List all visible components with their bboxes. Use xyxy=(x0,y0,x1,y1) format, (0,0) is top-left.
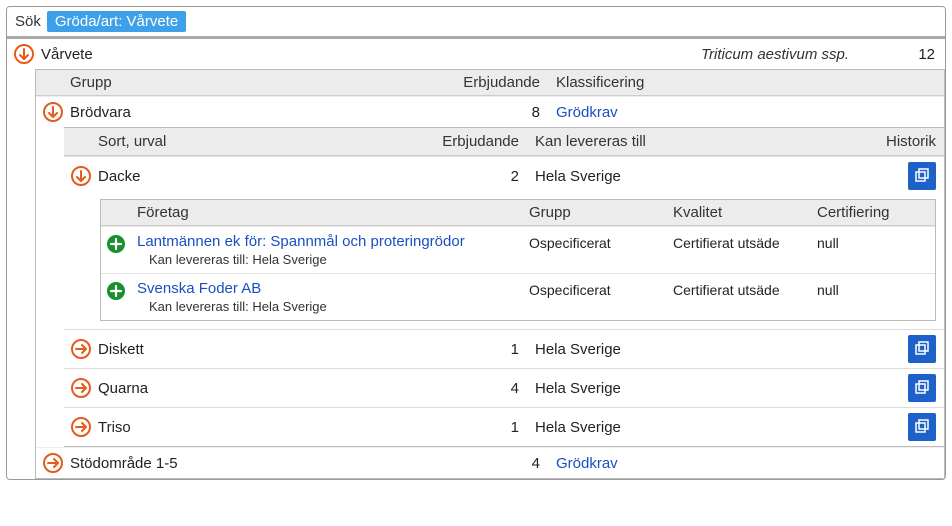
sort-name: Quarna xyxy=(98,380,429,397)
expand-icon[interactable] xyxy=(42,452,64,474)
sort-deliver: Hela Sverige xyxy=(535,419,866,436)
add-icon[interactable] xyxy=(105,280,127,302)
sort-name: Diskett xyxy=(98,341,429,358)
group-header-offer: Erbjudande xyxy=(450,74,540,91)
crop-name: Vårvete xyxy=(41,46,675,63)
company-quality: Certifierat utsäde xyxy=(673,280,813,298)
group-header-group: Grupp xyxy=(70,74,450,91)
company-row: Svenska Foder AB Kan levereras till: Hel… xyxy=(101,273,935,320)
sort-name: Triso xyxy=(98,419,429,436)
company-cert: null xyxy=(817,233,927,251)
sort-offer: 1 xyxy=(429,341,519,358)
expand-icon[interactable] xyxy=(70,377,92,399)
collapse-icon[interactable] xyxy=(42,101,64,123)
sort-row: Dacke 2 Hela Sverige xyxy=(64,156,944,195)
company-header-quality: Kvalitet xyxy=(673,204,813,221)
sort-name: Dacke xyxy=(98,168,429,185)
history-button[interactable] xyxy=(908,162,936,190)
sort-row: Diskett 1 Hela Sverige xyxy=(64,329,944,368)
company-quality: Certifierat utsäde xyxy=(673,233,813,251)
company-table: Företag Grupp Kvalitet Certifiering Lant… xyxy=(100,199,936,321)
expand-icon[interactable] xyxy=(70,338,92,360)
add-icon[interactable] xyxy=(105,233,127,255)
company-link[interactable]: Lantmännen ek för: Spannmål och proterin… xyxy=(137,233,525,250)
company-header-group: Grupp xyxy=(529,204,669,221)
expand-icon[interactable] xyxy=(70,416,92,438)
crop-row: Vårvete Triticum aestivum ssp. 12 xyxy=(7,39,945,69)
sort-row: Triso 1 Hela Sverige xyxy=(64,407,944,446)
group-name: Brödvara xyxy=(70,104,450,121)
group-table: Grupp Erbjudande Klassificering Brödvara… xyxy=(35,69,945,479)
filter-chip-crop[interactable]: Gröda/art: Vårvete xyxy=(47,11,186,32)
group-row: Stödområde 1-5 4 Grödkrav xyxy=(36,447,944,478)
sort-header-sort: Sort, urval xyxy=(98,133,429,150)
group-classification-link[interactable]: Grödkrav xyxy=(556,104,936,121)
search-label: Sök xyxy=(15,13,41,30)
group-row: Brödvara 8 Grödkrav xyxy=(36,96,944,127)
collapse-icon[interactable] xyxy=(70,165,92,187)
company-deliver: Kan levereras till: Hela Sverige xyxy=(149,299,525,314)
sort-offer: 4 xyxy=(429,380,519,397)
sort-header-row: Sort, urval Erbjudande Kan levereras til… xyxy=(64,128,944,156)
company-cert: null xyxy=(817,280,927,298)
sort-header-deliver: Kan levereras till xyxy=(535,133,866,150)
sort-deliver: Hela Sverige xyxy=(535,380,866,397)
search-bar: Sök Gröda/art: Vårvete xyxy=(7,7,945,39)
sort-row: Quarna 4 Hela Sverige xyxy=(64,368,944,407)
company-group: Ospecificerat xyxy=(529,280,669,298)
collapse-icon[interactable] xyxy=(13,43,35,65)
company-header-row: Företag Grupp Kvalitet Certifiering xyxy=(101,200,935,226)
crop-scientific: Triticum aestivum ssp. xyxy=(675,46,875,63)
sort-deliver: Hela Sverige xyxy=(535,168,866,185)
company-link[interactable]: Svenska Foder AB xyxy=(137,280,525,297)
group-offer: 4 xyxy=(450,455,540,472)
company-group: Ospecificerat xyxy=(529,233,669,251)
company-row: Lantmännen ek för: Spannmål och proterin… xyxy=(101,226,935,273)
group-header-classification: Klassificering xyxy=(556,74,936,91)
sort-header-history: Historik xyxy=(866,133,936,150)
group-name: Stödområde 1-5 xyxy=(70,455,450,472)
company-deliver: Kan levereras till: Hela Sverige xyxy=(149,252,525,267)
group-offer: 8 xyxy=(450,104,540,121)
company-header-company: Företag xyxy=(137,204,525,221)
sort-header-offer: Erbjudande xyxy=(429,133,519,150)
company-header-cert: Certifiering xyxy=(817,204,927,221)
sort-offer: 2 xyxy=(429,168,519,185)
sort-offer: 1 xyxy=(429,419,519,436)
history-button[interactable] xyxy=(908,374,936,402)
sort-deliver: Hela Sverige xyxy=(535,341,866,358)
crop-count: 12 xyxy=(875,46,935,63)
sort-table: Sort, urval Erbjudande Kan levereras til… xyxy=(64,127,944,447)
app-frame: Sök Gröda/art: Vårvete Vårvete Triticum … xyxy=(6,6,946,480)
history-button[interactable] xyxy=(908,413,936,441)
history-button[interactable] xyxy=(908,335,936,363)
group-classification-link[interactable]: Grödkrav xyxy=(556,455,936,472)
group-header-row: Grupp Erbjudande Klassificering xyxy=(36,70,944,96)
